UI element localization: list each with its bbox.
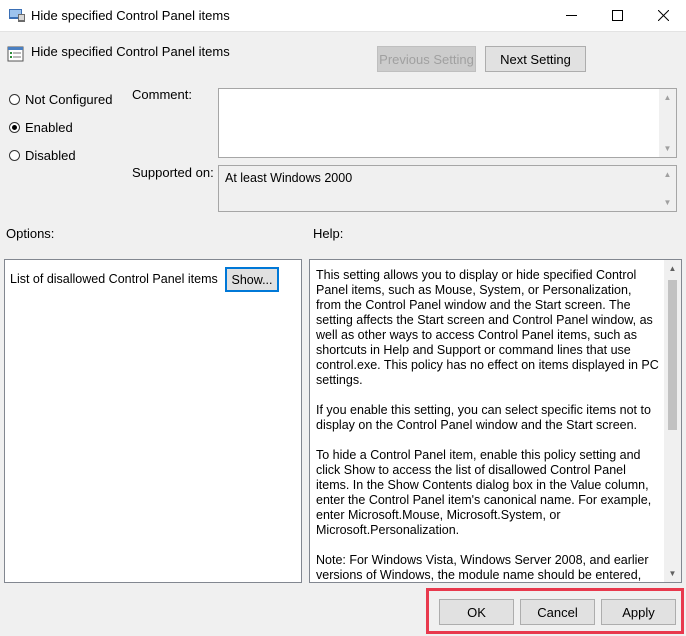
scroll-up-icon[interactable]: ▲ <box>664 260 681 277</box>
radio-label: Enabled <box>25 120 73 135</box>
window-title: Hide specified Control Panel items <box>31 8 230 23</box>
show-button[interactable]: Show... <box>225 267 279 292</box>
radio-circle[interactable] <box>9 150 20 161</box>
title-bar[interactable]: Hide specified Control Panel items <box>0 0 686 32</box>
supported-on-field: At least Windows 2000 ▲ ▼ <box>218 165 677 212</box>
supported-on-value: At least Windows 2000 <box>225 171 353 185</box>
close-button[interactable] <box>640 0 686 31</box>
help-paragraph: If you enable this setting, you can sele… <box>316 403 651 432</box>
policy-title: Hide specified Control Panel items <box>31 44 230 59</box>
help-paragraph: To hide a Control Panel item, enable thi… <box>316 448 652 537</box>
comment-label: Comment: <box>132 87 192 102</box>
scroll-down-icon[interactable]: ▼ <box>659 194 676 211</box>
scroll-down-icon[interactable]: ▼ <box>659 140 676 157</box>
scroll-down-icon[interactable]: ▼ <box>664 565 681 582</box>
help-scrollbar[interactable]: ▲ ▼ <box>664 260 681 582</box>
scroll-thumb[interactable] <box>668 280 677 430</box>
options-panel: List of disallowed Control Panel items S… <box>4 259 302 583</box>
minimize-icon <box>565 15 577 16</box>
apply-button[interactable]: Apply <box>601 599 676 625</box>
options-label: Options: <box>6 226 55 241</box>
cancel-button[interactable]: Cancel <box>520 599 595 625</box>
radio-label: Disabled <box>25 148 76 163</box>
disallowed-items-label: List of disallowed Control Panel items <box>10 272 218 286</box>
radio-enabled[interactable]: Enabled <box>9 120 73 135</box>
scroll-up-icon[interactable]: ▲ <box>659 166 676 183</box>
help-text: This setting allows you to display or hi… <box>316 268 659 582</box>
radio-circle[interactable] <box>9 94 20 105</box>
comment-scrollbar[interactable]: ▲ ▼ <box>659 89 676 157</box>
supported-scrollbar[interactable]: ▲ ▼ <box>659 166 676 211</box>
policy-settings-icon <box>9 9 25 22</box>
next-setting-button[interactable]: Next Setting <box>485 46 586 72</box>
help-paragraph: Note: For Windows Vista, Windows Server … <box>316 553 649 582</box>
policy-setting-icon <box>7 46 24 62</box>
comment-textarea[interactable]: ▲ ▼ <box>218 88 677 158</box>
radio-disabled[interactable]: Disabled <box>9 148 76 163</box>
supported-on-label: Supported on: <box>132 165 214 180</box>
radio-circle[interactable] <box>9 122 20 133</box>
maximize-button[interactable] <box>594 0 640 31</box>
ok-button[interactable]: OK <box>439 599 514 625</box>
radio-not-configured[interactable]: Not Configured <box>9 92 112 107</box>
radio-label: Not Configured <box>25 92 113 107</box>
close-icon <box>657 10 669 21</box>
help-paragraph: This setting allows you to display or hi… <box>316 268 659 387</box>
maximize-icon <box>611 10 623 21</box>
minimize-button[interactable] <box>548 0 594 31</box>
help-label: Help: <box>313 226 344 241</box>
scroll-up-icon[interactable]: ▲ <box>659 89 676 106</box>
help-panel: This setting allows you to display or hi… <box>309 259 682 583</box>
previous-setting-button[interactable]: Previous Setting <box>377 46 476 72</box>
